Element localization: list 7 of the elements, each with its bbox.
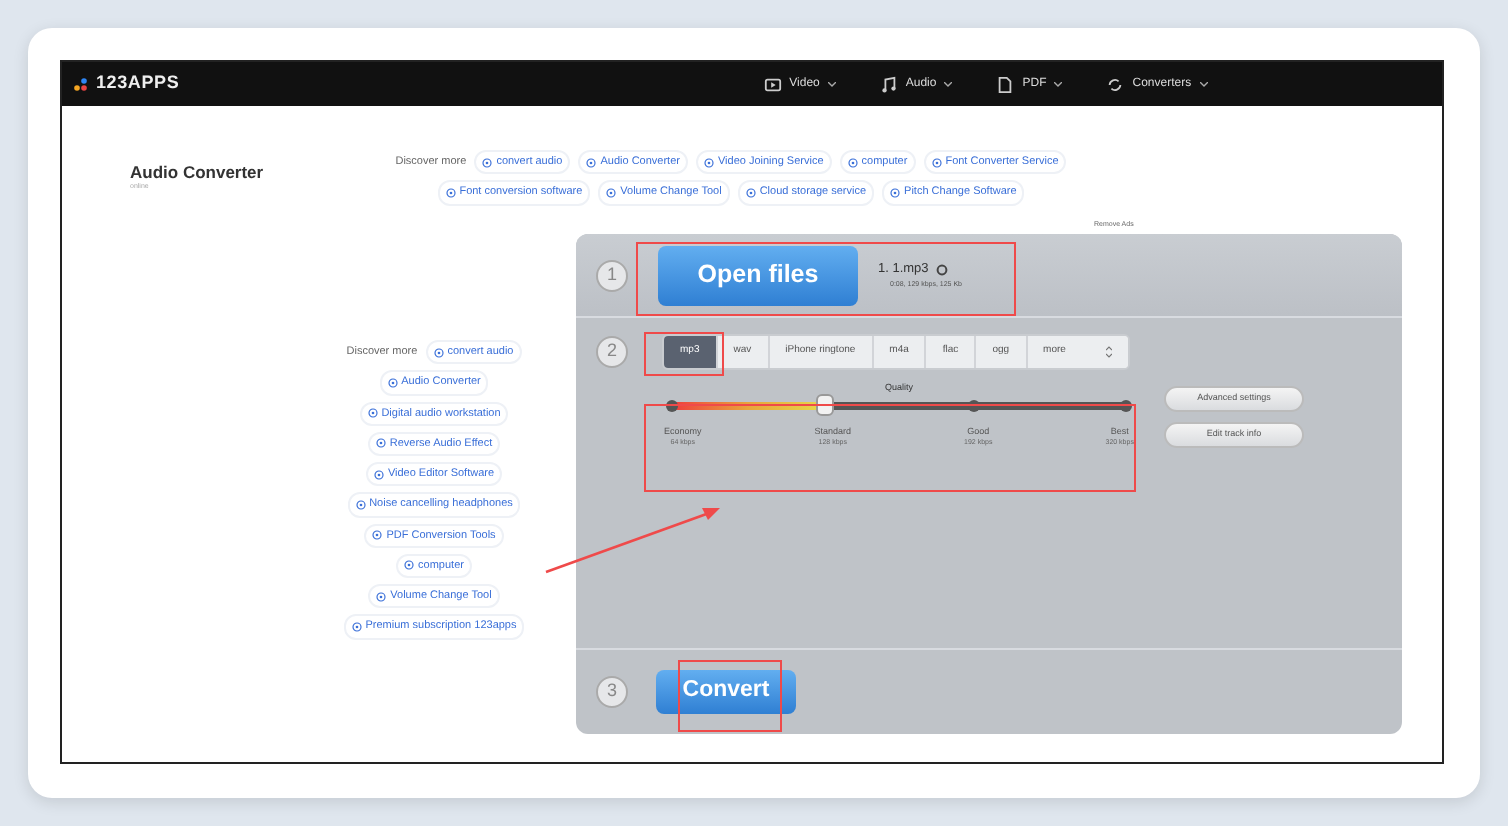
step-number: 1 <box>596 259 628 291</box>
open-files-button[interactable]: Open files <box>658 245 858 305</box>
logo-text[interactable]: 123APPS <box>96 70 180 98</box>
convert-button[interactable]: Convert <box>656 670 796 714</box>
page-title: Audio Converter <box>130 164 266 181</box>
step-number: 2 <box>596 335 628 368</box>
step-number: 3 <box>596 676 628 708</box>
